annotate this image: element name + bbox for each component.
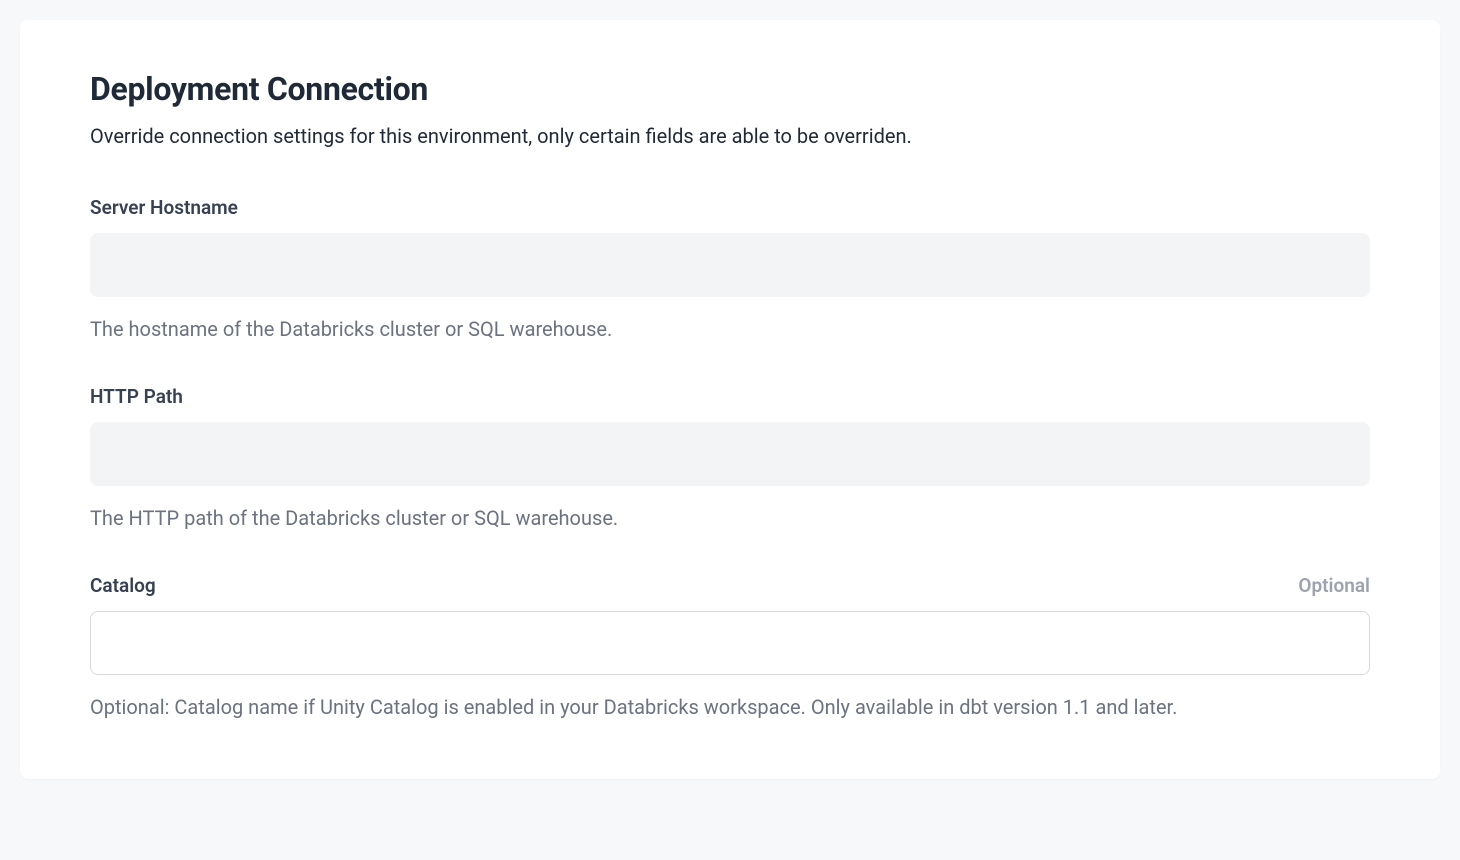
catalog-helper: Optional: Catalog name if Unity Catalog … [90, 695, 1370, 719]
catalog-input[interactable] [90, 611, 1370, 675]
http-path-label: HTTP Path [90, 385, 183, 408]
catalog-label: Catalog [90, 574, 156, 597]
http-path-input [90, 422, 1370, 486]
http-path-helper: The HTTP path of the Databricks cluster … [90, 506, 1370, 530]
server-hostname-group: Server Hostname The hostname of the Data… [90, 196, 1370, 341]
page-title: Deployment Connection [90, 70, 1370, 108]
label-row: Catalog Optional [90, 574, 1370, 597]
label-row: Server Hostname [90, 196, 1370, 219]
server-hostname-input [90, 233, 1370, 297]
server-hostname-label: Server Hostname [90, 196, 238, 219]
http-path-group: HTTP Path The HTTP path of the Databrick… [90, 385, 1370, 530]
label-row: HTTP Path [90, 385, 1370, 408]
deployment-connection-card: Deployment Connection Override connectio… [20, 20, 1440, 779]
page-description: Override connection settings for this en… [90, 124, 1370, 148]
catalog-group: Catalog Optional Optional: Catalog name … [90, 574, 1370, 719]
server-hostname-helper: The hostname of the Databricks cluster o… [90, 317, 1370, 341]
optional-badge: Optional [1298, 574, 1370, 597]
